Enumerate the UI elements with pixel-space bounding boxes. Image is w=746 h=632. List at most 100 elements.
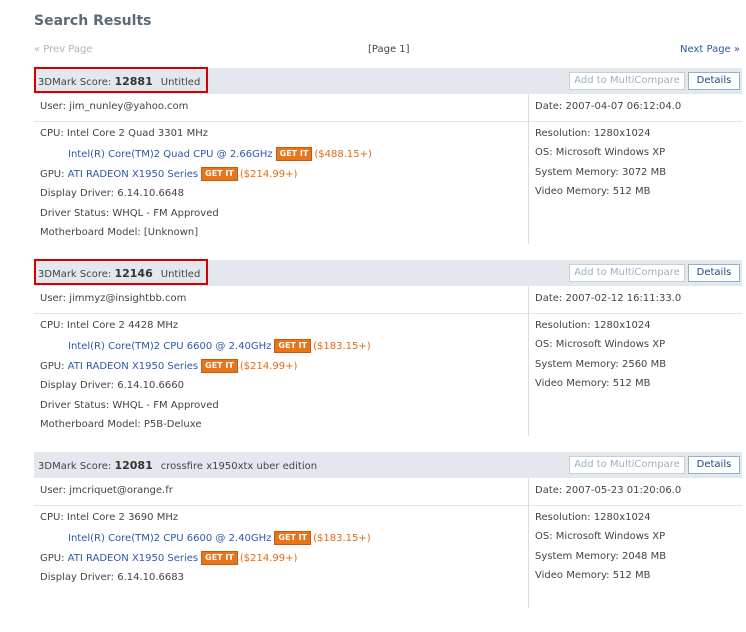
date-value: 2007-05-23 01:20:06.0 <box>565 485 682 496</box>
sysmem-value: 3072 MB <box>621 167 667 178</box>
cpu-price[interactable]: ($488.15+) <box>314 149 372 160</box>
spec-row: GPU: ATI RADEON X1950 Series GET IT ($214.… <box>40 167 297 181</box>
user-row: User: jim_nunley@yahoo.com Date: 2007-04-… <box>34 94 742 122</box>
status-value: WHQL - FM Approved <box>112 208 219 219</box>
user-field: User: jim_nunley@yahoo.com <box>40 101 188 112</box>
details-button[interactable]: Details <box>688 72 740 90</box>
date-value: 2007-02-12 16:11:33.0 <box>565 293 682 304</box>
cpu-product-link[interactable]: Intel(R) Core(TM)2 CPU 6600 @ 2.40GHz <box>68 341 271 352</box>
date-label: Date: <box>535 101 563 112</box>
board-value: P5B-Deluxe <box>143 419 202 430</box>
date-label: Date: <box>535 293 563 304</box>
system-row-vidmem: Video Memory: 512 MB <box>535 378 650 389</box>
vidmem-label: Video Memory: <box>535 186 610 197</box>
resolution-label: Resolution: <box>535 128 591 139</box>
os-label: OS: <box>535 531 553 542</box>
vidmem-label: Video Memory: <box>535 570 610 581</box>
gpu-get-it-button[interactable]: GET IT <box>201 551 238 565</box>
driver-label: Display Driver: <box>40 572 115 583</box>
user-value: jimmyz@insightbb.com <box>69 293 187 304</box>
driver-value: 6.14.10.6648 <box>117 188 184 199</box>
spec-row: CPU: Intel Core 2 Quad 3301 MHz <box>40 128 208 139</box>
system-row-resolution: Resolution: 1280x1024 <box>535 128 651 139</box>
status-label: Driver Status: <box>40 400 110 411</box>
details-button[interactable]: Details <box>688 264 740 282</box>
system-row-resolution: Resolution: 1280x1024 <box>535 320 651 331</box>
cpu-value: Intel Core 2 4428 MHz <box>66 320 179 331</box>
prev-page-link[interactable]: « Prev Page <box>34 44 93 55</box>
spec-row: Intel(R) Core(TM)2 CPU 6600 @ 2.40GHz GET… <box>68 339 371 353</box>
board-label: Motherboard Model: <box>40 419 141 430</box>
next-page-link[interactable]: Next Page » <box>680 44 740 55</box>
os-value: Microsoft Windows XP <box>555 147 666 158</box>
cpu-get-it-button[interactable]: GET IT <box>275 147 313 161</box>
cpu-label: CPU: <box>40 320 64 331</box>
add-to-multicompare-button[interactable]: Add to MultiCompare <box>569 72 685 90</box>
user-label: User: <box>40 293 66 304</box>
gpu-price[interactable]: ($214.99+) <box>240 361 298 372</box>
sysmem-label: System Memory: <box>535 167 619 178</box>
driver-value: 6.14.10.6683 <box>117 572 184 583</box>
user-field: User: jimmyz@insightbb.com <box>40 293 186 304</box>
gpu-get-it-button[interactable]: GET IT <box>201 359 238 373</box>
status-label: Driver Status: <box>40 208 110 219</box>
result-card: 3DMark Score: 12081 crossfire x1950xtx ub… <box>34 452 742 632</box>
board-value: [Unknown] <box>143 227 199 238</box>
spec-row: GPU: ATI RADEON X1950 Series GET IT ($214.… <box>40 551 297 565</box>
spec-row: Intel(R) Core(TM)2 Quad CPU @ 2.66GHz GET… <box>68 147 372 161</box>
cpu-price[interactable]: ($183.15+) <box>313 341 371 352</box>
spec-row: Display Driver: 6.14.10.6683 <box>40 572 184 583</box>
system-row-sysmem: System Memory: 2560 MB <box>535 359 666 370</box>
user-value: jim_nunley@yahoo.com <box>69 101 189 112</box>
gpu-product-link[interactable]: ATI RADEON X1950 Series <box>68 361 198 372</box>
cpu-price[interactable]: ($183.15+) <box>313 533 371 544</box>
column-divider <box>528 478 529 608</box>
date-field: Date: 2007-02-12 16:11:33.0 <box>535 293 681 304</box>
spec-row: Driver Status: WHQL - FM Approved <box>40 208 219 219</box>
cpu-label: CPU: <box>40 128 64 139</box>
date-field: Date: 2007-04-07 06:12:04.0 <box>535 101 681 112</box>
cpu-value: Intel Core 2 Quad 3301 MHz <box>66 128 208 139</box>
sysmem-label: System Memory: <box>535 359 619 370</box>
result-header: 3DMark Score: 12081 crossfire x1950xtx ub… <box>34 452 742 478</box>
spec-row: Driver Status: WHQL - FM Approved <box>40 400 219 411</box>
score-value: 12881 <box>114 75 153 88</box>
system-row-os: OS: Microsoft Windows XP <box>535 339 665 350</box>
resolution-label: Resolution: <box>535 512 591 523</box>
os-value: Microsoft Windows XP <box>555 339 666 350</box>
details-button[interactable]: Details <box>688 456 740 474</box>
result-header: 3DMark Score: 12881 Untitled Add to MultiC… <box>34 67 742 94</box>
column-divider <box>528 286 529 436</box>
resolution-value: 1280x1024 <box>593 128 651 139</box>
cpu-get-it-button[interactable]: GET IT <box>274 339 312 353</box>
sysmem-value: 2560 MB <box>621 359 667 370</box>
pager: « Prev Page [Page 1] Next Page » <box>0 44 746 58</box>
column-divider <box>528 94 529 244</box>
add-to-multicompare-button[interactable]: Add to MultiCompare <box>569 456 685 474</box>
score-highlight-box: 3DMark Score: 12146 Untitled <box>34 259 208 285</box>
cpu-product-link[interactable]: Intel(R) Core(TM)2 Quad CPU @ 2.66GHz <box>68 149 273 160</box>
sysmem-label: System Memory: <box>535 551 619 562</box>
gpu-product-link[interactable]: ATI RADEON X1950 Series <box>68 553 198 564</box>
gpu-get-it-button[interactable]: GET IT <box>201 167 238 181</box>
spec-row: CPU: Intel Core 2 3690 MHz <box>40 512 178 523</box>
gpu-label: GPU: <box>40 169 65 180</box>
spec-row: Motherboard Model: [Unknown] <box>40 227 198 238</box>
result-name: crossfire x1950xtx uber edition <box>160 461 318 472</box>
current-page-indicator: [Page 1] <box>368 44 410 55</box>
gpu-price[interactable]: ($214.99+) <box>240 169 298 180</box>
result-card: 3DMark Score: 12146 Untitled Add to MultiC… <box>34 259 742 440</box>
status-value: WHQL - FM Approved <box>112 400 219 411</box>
spec-row: Motherboard Model: P5B-Deluxe <box>40 419 202 430</box>
gpu-product-link[interactable]: ATI RADEON X1950 Series <box>68 169 198 180</box>
spec-row: Display Driver: 6.14.10.6648 <box>40 188 184 199</box>
cpu-product-link[interactable]: Intel(R) Core(TM)2 CPU 6600 @ 2.40GHz <box>68 533 271 544</box>
add-to-multicompare-button[interactable]: Add to MultiCompare <box>569 264 685 282</box>
cpu-get-it-button[interactable]: GET IT <box>274 531 312 545</box>
date-value: 2007-04-07 06:12:04.0 <box>565 101 682 112</box>
result-card: 3DMark Score: 12881 Untitled Add to MultiC… <box>34 67 742 248</box>
gpu-price[interactable]: ($214.99+) <box>240 553 298 564</box>
driver-label: Display Driver: <box>40 188 115 199</box>
user-row: User: jimmyz@insightbb.com Date: 2007-02-… <box>34 286 742 314</box>
result-name: Untitled <box>160 77 201 88</box>
